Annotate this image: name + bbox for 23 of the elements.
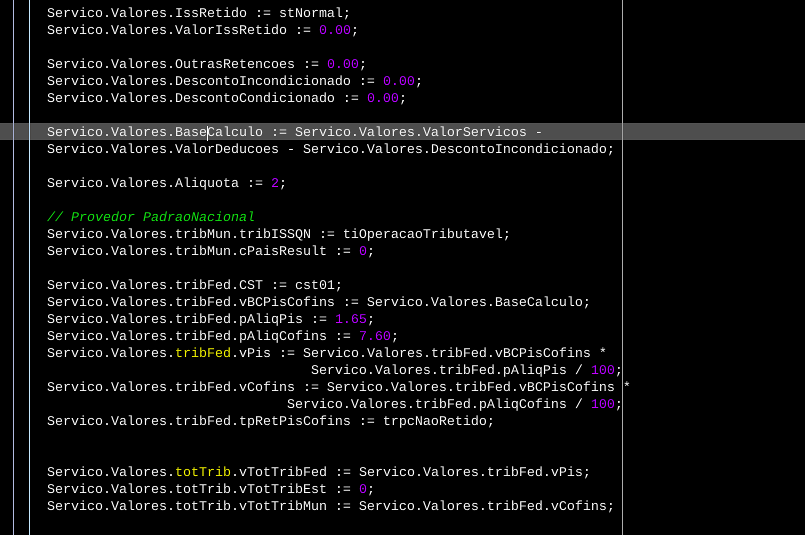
code-line: Servico.Valores.ValorDeducoes - Servico.Valores.DescontoIncondicionado; [47,143,615,158]
code-line: Servico.Valores.tribFed.pAliqPis := 1.65; [47,313,375,328]
code-line: Servico.Valores.tribFed.pAliqCofins / 100; [286,398,623,413]
code-line: Servico.Valores.tribFed.pAliqPis / 100; [310,364,623,379]
code-line: Servico.Valores.totTrib.vTotTribEst := 0; [47,483,375,498]
code-line: Servico.Valores.tribFed.tpRetPisCofins := trpcNaoRetido; [47,415,495,430]
code-line: Servico.Valores.totTrib.vTotTribFed := Servico.Valores.tribFed.vPis; [47,466,591,481]
code-line: Servico.Valores.totTrib.vTotTribMun := Servico.Valores.tribFed.vCofins; [47,500,615,515]
code-line: Servico.Valores.tribMun.tribISSQN := tiOperacaoTributavel; [47,228,511,243]
code-line: Servico.Valores.tribFed.vCofins := Servico.Valores.tribFed.vBCPisCofins * [47,381,631,396]
code-line: Servico.Valores.Aliquota := 2; [47,177,287,192]
code-line: Servico.Valores.ValorIssRetido := 0.00; [47,24,359,39]
code-comment: // Provedor PadraoNacional [47,211,255,226]
code-line: Servico.Valores.tribMun.cPaisResult := 0; [47,245,375,260]
code-line: Servico.Valores.tribFed.pAliqCofins := 7.60; [47,330,399,345]
code-line: Servico.Valores.tribFed.vBCPisCofins := Servico.Valores.BaseCalculo; [47,296,591,311]
code-line: Servico.Valores.DescontoIncondicionado := 0.00; [47,75,423,90]
code-line: Servico.Valores.DescontoCondicionado := 0.00; [47,92,407,107]
code-line: Servico.Valores.tribFed.vPis := Servico.Valores.tribFed.vBCPisCofins * [47,347,607,362]
code-line: Servico.Valores.IssRetido := stNormal; [47,7,351,22]
code-line: Servico.Valores.tribFed.CST := cst01; [47,279,343,294]
code-line: Servico.Valores.OutrasRetencoes := 0.00; [47,58,367,73]
code-editor[interactable] [0,0,805,535]
